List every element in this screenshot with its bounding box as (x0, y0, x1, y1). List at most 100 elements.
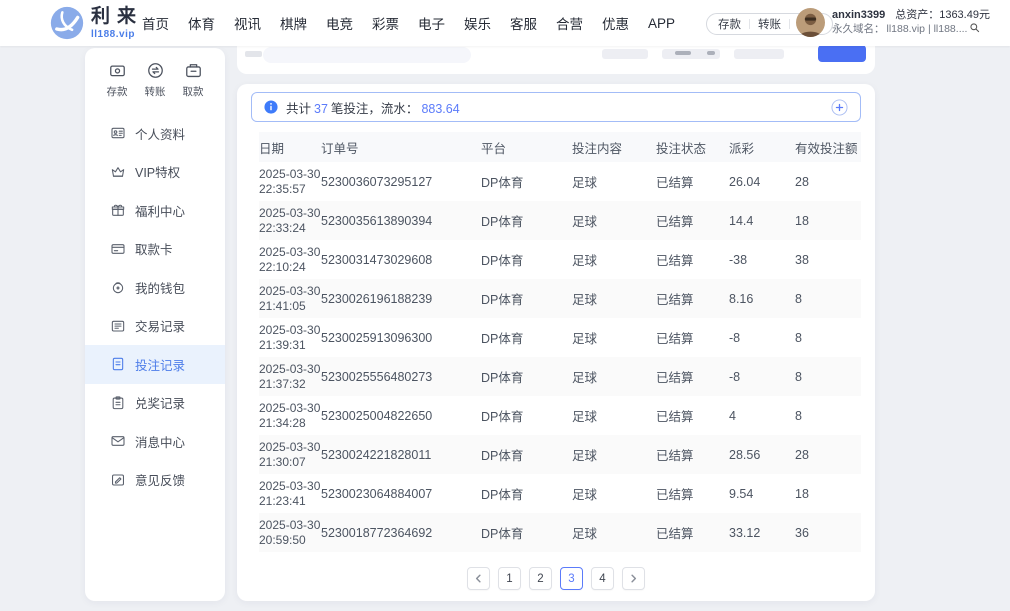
top-navigation: 首页体育视讯棋牌电竞彩票电子娱乐客服合营优惠 APP (142, 0, 675, 46)
nav-item-3[interactable]: 视讯 (234, 13, 261, 33)
filter-controls-blurred (734, 49, 784, 59)
sidebar-item-transactions[interactable]: 交易记录 (85, 307, 225, 346)
summary-text: 共计37笔投注，流水：883.64 (286, 98, 463, 117)
assets-label: 总资产： (895, 9, 939, 21)
pill-deposit-button[interactable]: 存款 (718, 16, 741, 32)
quick-action-withdraw[interactable]: 取款 (177, 61, 209, 99)
cell-date: 2025-03-3022:33:24 (259, 201, 321, 240)
user-box: anxin3399总资产：1363.49元 永久域名：ll188.vip | l… (796, 8, 990, 37)
nav-item-9[interactable]: 客服 (510, 13, 537, 33)
search-button[interactable] (818, 45, 866, 62)
cell-payout: 8.16 (729, 279, 795, 318)
cell-payout: -38 (729, 240, 795, 279)
cell-date-day: 2025-03-30 (259, 401, 317, 416)
cell-date: 2025-03-3020:59:50 (259, 513, 321, 552)
nav-item-8[interactable]: 娱乐 (464, 13, 491, 33)
sidebar-item-label: 投注记录 (135, 355, 185, 374)
cell-date-day: 2025-03-30 (259, 167, 317, 182)
nav-item-5[interactable]: 电竞 (326, 13, 353, 33)
transfer-icon (146, 61, 165, 80)
pill-transfer-button[interactable]: 转账 (758, 16, 781, 32)
sidebar-item-withdraw-card[interactable]: 取款卡 (85, 230, 225, 269)
cell-platform: DP体育 (481, 240, 572, 279)
avatar[interactable] (796, 8, 825, 37)
nav-item-12[interactable]: APP (648, 16, 675, 31)
cell-status: 已结算 (656, 240, 729, 279)
nav-item-2[interactable]: 体育 (188, 13, 215, 33)
cell-date: 2025-03-3021:37:32 (259, 357, 321, 396)
cell-payout: 28.56 (729, 435, 795, 474)
search-icon[interactable] (969, 22, 980, 37)
withdraw-icon (184, 61, 203, 80)
sidebar-item-label: 意见反馈 (135, 470, 185, 489)
gift-icon (110, 202, 126, 218)
user-line-assets: anxin3399 总资产：1363.49元 (832, 8, 990, 22)
pill-divider (749, 19, 750, 29)
column-header: 平台 (481, 132, 572, 162)
page-button-2[interactable]: 2 (529, 567, 552, 590)
expand-icon[interactable] (831, 99, 848, 116)
cell-status: 已结算 (656, 279, 729, 318)
nav-item-4[interactable]: 棋牌 (280, 13, 307, 33)
sidebar-quick-actions: 存款转账取款 (85, 48, 225, 99)
cell-date-time: 20:59:50 (259, 533, 317, 548)
sidebar-item-messages[interactable]: 消息中心 (85, 422, 225, 461)
domain-label: 永久域名： (832, 23, 885, 36)
pagination: 1234 (237, 567, 875, 590)
table-header-row: 日期订单号平台投注内容投注状态派彩有效投注额 (259, 132, 861, 162)
nav-item-11[interactable]: 优惠 (602, 13, 629, 33)
filter-bar-partial (237, 45, 875, 74)
table-row: 2025-03-3021:34:285230025004822650DP体育足球… (259, 396, 861, 435)
quick-action-transfer[interactable]: 转账 (139, 61, 171, 99)
cell-valid-amount: 28 (795, 435, 861, 474)
nav-item-7[interactable]: 电子 (418, 13, 445, 33)
cell-platform: DP体育 (481, 201, 572, 240)
cell-order: 5230036073295127 (321, 162, 481, 201)
sidebar-item-bet-records[interactable]: 投注记录 (85, 345, 225, 384)
cell-bet-content: 足球 (572, 513, 656, 552)
assets-value: 1363.49元 (939, 9, 990, 21)
quick-action-deposit[interactable]: 存款 (101, 61, 133, 99)
cell-bet-content: 足球 (572, 396, 656, 435)
cell-date: 2025-03-3022:10:24 (259, 240, 321, 279)
cell-date-day: 2025-03-30 (259, 245, 317, 260)
nav-item-6[interactable]: 彩票 (372, 13, 399, 33)
next-page-button[interactable] (622, 567, 645, 590)
cell-bet-content: 足球 (572, 279, 656, 318)
sidebar-item-welfare[interactable]: 福利中心 (85, 191, 225, 230)
cell-date-time: 21:34:28 (259, 416, 317, 431)
nav-item-10[interactable]: 合营 (556, 13, 583, 33)
brand-logo-icon (50, 6, 84, 40)
cell-date: 2025-03-3022:35:57 (259, 162, 321, 201)
cell-bet-content: 足球 (572, 357, 656, 396)
sidebar-item-profile[interactable]: 个人资料 (85, 114, 225, 153)
brand-text: 利来 ll188.vip (91, 7, 143, 40)
sidebar-item-wallet[interactable]: 我的钱包 (85, 268, 225, 307)
cell-date: 2025-03-3021:34:28 (259, 396, 321, 435)
page-button-3[interactable]: 3 (560, 567, 583, 590)
column-header: 日期 (259, 132, 321, 162)
cell-date-day: 2025-03-30 (259, 518, 317, 533)
sidebar-item-feedback[interactable]: 意见反馈 (85, 461, 225, 500)
cell-date-time: 22:33:24 (259, 221, 317, 236)
bet-records-table: 日期订单号平台投注内容投注状态派彩有效投注额 2025-03-3022:35:5… (259, 132, 861, 552)
page-button-1[interactable]: 1 (498, 567, 521, 590)
cell-order: 5230025004822650 (321, 396, 481, 435)
sidebar-item-vip[interactable]: VIP特权 (85, 153, 225, 192)
table-row: 2025-03-3022:10:245230031473029608DP体育足球… (259, 240, 861, 279)
nav-item-1[interactable]: 首页 (142, 13, 169, 33)
sidebar-item-prize-records[interactable]: 兑奖记录 (85, 384, 225, 423)
cell-order: 5230031473029608 (321, 240, 481, 279)
bank-card-icon (110, 241, 126, 257)
prev-page-button[interactable] (467, 567, 490, 590)
username[interactable]: anxin3399 (832, 9, 885, 21)
brand-logo[interactable]: 利来 ll188.vip (50, 6, 143, 40)
sidebar-item-label: 交易记录 (135, 316, 185, 335)
cell-status: 已结算 (656, 513, 729, 552)
filter-input[interactable] (263, 47, 471, 63)
sidebar-item-label: 取款卡 (135, 239, 173, 258)
cell-date-time: 21:30:07 (259, 455, 317, 470)
info-icon (264, 100, 278, 114)
page-button-4[interactable]: 4 (591, 567, 614, 590)
cell-valid-amount: 28 (795, 162, 861, 201)
